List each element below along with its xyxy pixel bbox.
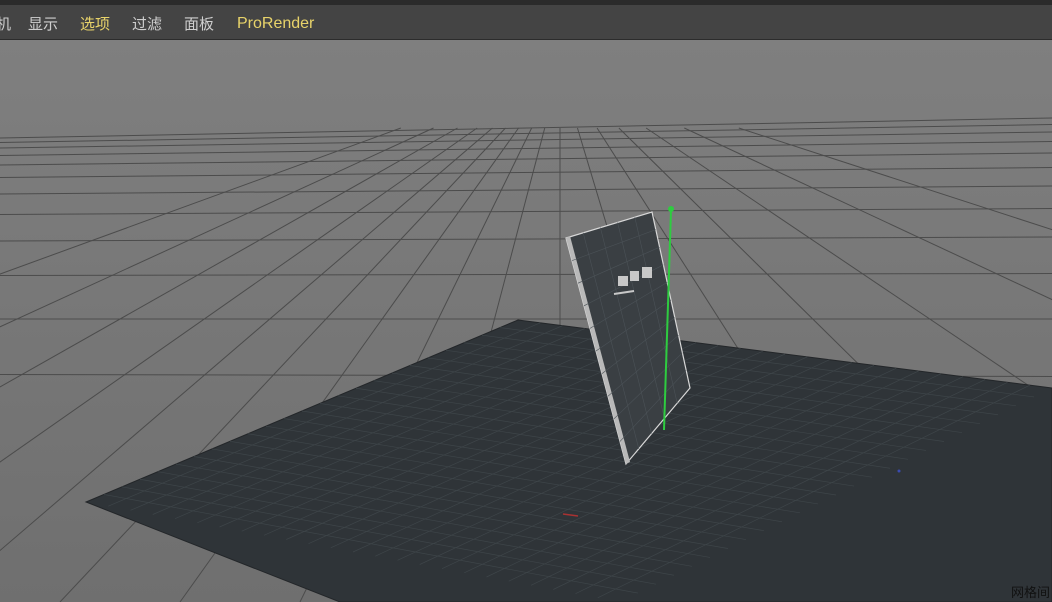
menu-options[interactable]: 选项 xyxy=(80,13,110,35)
maya-window: 机 显示 选项 过滤 面板 ProRender 网格间 xyxy=(0,0,1052,602)
eye-right-shape xyxy=(642,267,652,278)
hud-grid-spacing-label: 网格间 xyxy=(1010,586,1050,601)
eye-mid-shape xyxy=(630,271,639,281)
menu-camera[interactable]: 机 xyxy=(0,13,11,35)
eye-left-shape xyxy=(618,276,628,286)
menu-filter[interactable]: 过滤 xyxy=(132,13,162,35)
menu-prorender[interactable]: ProRender xyxy=(237,13,314,35)
menu-panels[interactable]: 面板 xyxy=(184,13,214,35)
y-axis-handle-icon[interactable] xyxy=(668,206,674,212)
menu-show[interactable]: 显示 xyxy=(28,13,58,35)
viewport-scene[interactable] xyxy=(0,40,1052,602)
panel-menu-bar: 机 显示 选项 过滤 面板 ProRender xyxy=(0,0,1052,40)
z-axis-marker-icon xyxy=(897,469,901,473)
3d-viewport[interactable]: 网格间 xyxy=(0,40,1052,602)
